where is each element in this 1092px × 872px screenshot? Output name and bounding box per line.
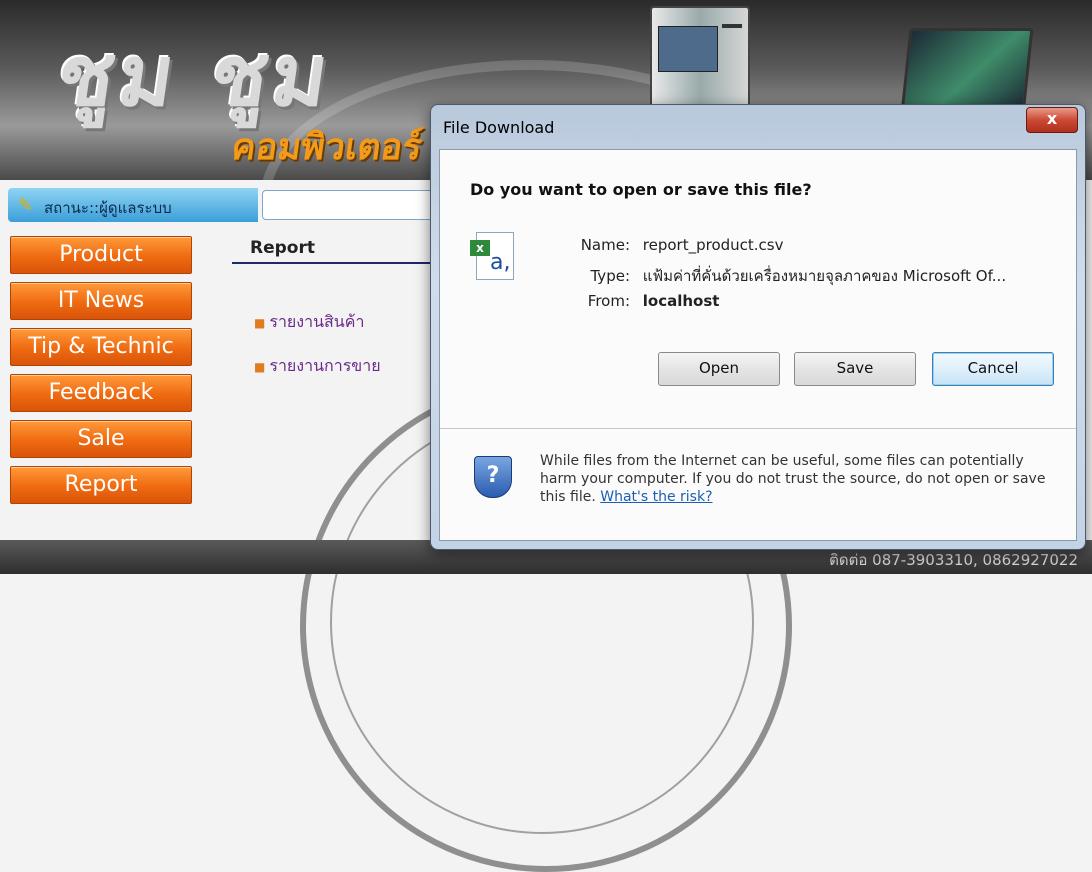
dialog-separator [440, 428, 1076, 429]
status-label: สถานะ::ผู้ดูแลระบบ [44, 199, 172, 217]
whats-the-risk-link[interactable]: What's the risk? [600, 489, 712, 505]
file-type-label: Type: [590, 267, 630, 285]
dialog-body: Do you want to open or save this file? x… [439, 149, 1077, 541]
menu-it-news[interactable]: IT News [10, 282, 192, 320]
security-shield-icon: ? [474, 456, 512, 498]
file-name-row: Name: report_product.csv [572, 236, 784, 254]
report-heading: Report [250, 238, 315, 258]
menu-feedback[interactable]: Feedback [10, 374, 192, 412]
menu-sale[interactable]: Sale [10, 420, 192, 458]
cancel-button[interactable]: Cancel [932, 352, 1054, 386]
file-download-dialog: File Download x Do you want to open or s… [430, 104, 1086, 550]
bullet-icon: ■ [254, 316, 266, 330]
menu-tip-technic[interactable]: Tip & Technic [10, 328, 192, 366]
file-name-label: Name: [580, 236, 630, 254]
site-logo-subtitle: คอมพิวเตอร์ [228, 127, 425, 168]
laptop-icon [900, 28, 1034, 114]
dialog-title: File Download [443, 118, 555, 137]
report-link-sales[interactable]: ■ รายงานการขาย [254, 354, 381, 379]
file-type-row: Type: แฟ้มค่าที่คั่นด้วยเครื่องหมายจุลภา… [572, 264, 1006, 288]
close-button[interactable]: x [1026, 107, 1078, 133]
security-warning: While files from the Internet can be use… [540, 452, 1060, 506]
pin-icon: ✎ [18, 195, 34, 216]
bullet-icon: ■ [254, 360, 266, 374]
file-from-label: From: [587, 292, 630, 310]
report-link-products[interactable]: ■ รายงานสินค้า [254, 310, 364, 335]
status-bar: ✎ สถานะ::ผู้ดูแลระบบ [8, 188, 258, 222]
csv-file-icon: x a, [470, 230, 516, 282]
report-link-products-label: รายงานสินค้า [269, 312, 365, 331]
file-type-value: แฟ้มค่าที่คั่นด้วยเครื่องหมายจุลภาคของ M… [642, 267, 1007, 285]
file-name-value: report_product.csv [642, 236, 784, 254]
save-button[interactable]: Save [794, 352, 916, 386]
file-from-row: From: localhost [572, 292, 720, 310]
open-button[interactable]: Open [658, 352, 780, 386]
menu-report[interactable]: Report [10, 466, 192, 504]
file-from-value: localhost [642, 292, 720, 310]
menu-product[interactable]: Product [10, 236, 192, 274]
report-link-sales-label: รายงานการขาย [269, 356, 381, 375]
dialog-question: Do you want to open or save this file? [470, 180, 812, 199]
main-menu: Product IT News Tip & Technic Feedback S… [10, 236, 192, 512]
footer-contact: ติดต่อ 087-3903310, 0862927022 [829, 551, 1078, 569]
